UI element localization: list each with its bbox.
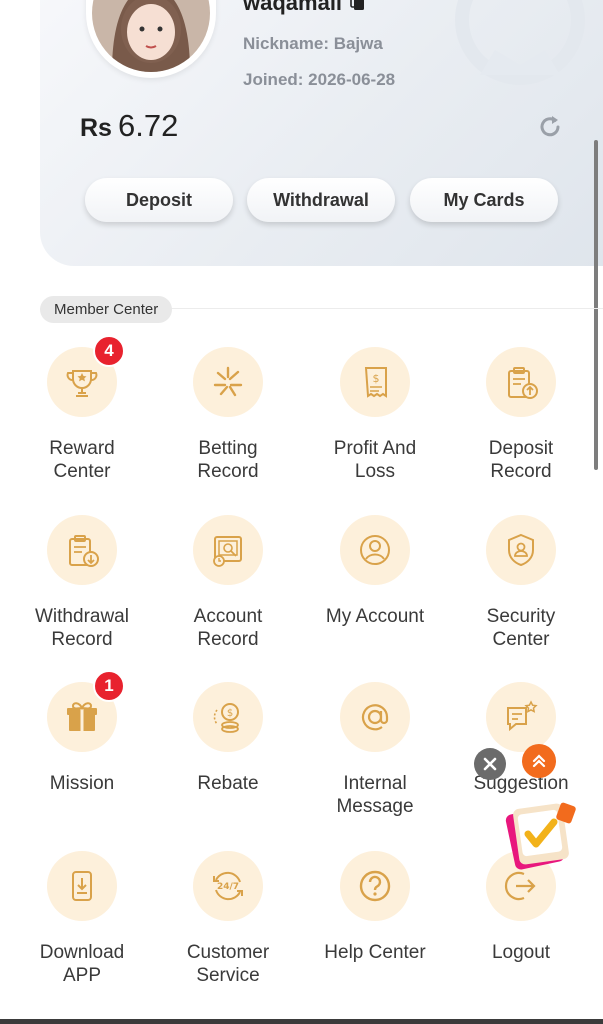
menu-item-deposit-record[interactable]: Deposit Record xyxy=(451,347,591,483)
menu-item-reward-center[interactable]: 4 Reward Center xyxy=(12,335,152,483)
menu-item-label: Account Record xyxy=(193,606,263,650)
menu-item-suggestion[interactable]: Suggestion xyxy=(451,682,591,795)
menu-item-help-center[interactable]: Help Center xyxy=(305,851,445,964)
balance: Rs 6.72 xyxy=(80,108,178,144)
menu-item-label: My Account xyxy=(325,606,425,627)
menu-item-label: Security Center xyxy=(486,606,556,650)
menu-item-label: Help Center xyxy=(324,942,426,963)
balance-amount: 6.72 xyxy=(117,108,179,143)
scrollbar[interactable] xyxy=(594,140,598,470)
menu-icon-bg xyxy=(486,682,556,752)
copy-icon[interactable] xyxy=(350,0,366,11)
menu-item-download-app[interactable]: Download APP xyxy=(12,851,152,987)
notification-badge: 1 xyxy=(93,670,125,702)
crown-watermark-icon xyxy=(455,0,585,85)
download-icon xyxy=(72,871,92,901)
menu-item-mission[interactable]: 1 Mission xyxy=(12,670,152,795)
menu-item-security-center[interactable]: Security Center xyxy=(451,515,591,651)
menu-item-withdrawal-record[interactable]: Withdrawal Record xyxy=(12,515,152,651)
svg-text:$: $ xyxy=(373,372,380,385)
menu-item-label: Betting Record xyxy=(197,438,259,482)
menu-icon-bg xyxy=(340,682,410,752)
menu-icon-bg xyxy=(193,515,263,585)
menu-item-label: Mission xyxy=(49,773,115,794)
bottom-edge xyxy=(0,1019,603,1024)
double-chevron-up-icon xyxy=(532,754,546,768)
my-cards-button[interactable]: My Cards xyxy=(410,178,558,222)
question-icon xyxy=(359,870,391,902)
username: waqamali xyxy=(243,0,343,15)
refresh-icon[interactable] xyxy=(536,113,564,141)
menu-item-my-account[interactable]: My Account xyxy=(305,515,445,628)
trophy-icon xyxy=(66,370,98,397)
menu-item-label: Profit And Loss xyxy=(333,438,417,482)
menu-item-label: Download APP xyxy=(39,942,125,986)
support-24-7-icon: 24/7 xyxy=(213,871,243,901)
menu-icon-bg xyxy=(486,347,556,417)
account-record-icon xyxy=(213,536,242,567)
menu-item-profit-and-loss[interactable]: $ Profit And Loss xyxy=(305,347,445,483)
menu-item-label: Withdrawal Record xyxy=(35,606,129,650)
receipt-icon: $ xyxy=(364,367,387,398)
menu-icon-bg xyxy=(47,851,117,921)
scroll-top-button[interactable] xyxy=(522,744,556,778)
menu-item-label: Internal Message xyxy=(336,773,414,817)
menu-item-label: Customer Service xyxy=(186,942,270,986)
menu-item-account-record[interactable]: Account Record xyxy=(158,515,298,651)
menu-icon-bg xyxy=(340,851,410,921)
menu-item-betting-record[interactable]: Betting Record xyxy=(158,347,298,483)
deposit-record-icon xyxy=(508,367,538,399)
menu-item-label: Reward Center xyxy=(49,438,115,482)
menu-icon-bg xyxy=(47,515,117,585)
shield-icon xyxy=(508,533,534,567)
menu-icon-bg xyxy=(340,515,410,585)
at-icon xyxy=(361,704,389,731)
menu-item-label: Logout xyxy=(491,942,551,963)
user-icon xyxy=(360,535,390,565)
menu-item-label: Rebate xyxy=(197,773,259,794)
menu-item-customer-service[interactable]: 24/7 Customer Service xyxy=(158,851,298,987)
withdrawal-button[interactable]: Withdrawal xyxy=(247,178,395,222)
deposit-button[interactable]: Deposit xyxy=(85,178,233,222)
notification-badge: 4 xyxy=(93,335,125,367)
joined-date: Joined: 2026-06-28 xyxy=(243,70,396,89)
menu-icon-bg xyxy=(193,347,263,417)
close-float-button[interactable] xyxy=(474,748,506,780)
menu-item-rebate[interactable]: $ Rebate xyxy=(158,682,298,795)
currency-symbol: Rs xyxy=(80,114,112,142)
menu-item-label: Suggestion xyxy=(473,773,569,794)
svg-text:$: $ xyxy=(227,708,233,719)
close-icon xyxy=(483,757,497,771)
menu-icon-bg xyxy=(486,515,556,585)
coins-icon: $ xyxy=(213,703,239,733)
menu-icon-bg: 24/7 xyxy=(193,851,263,921)
menu-icon-bg: 1 xyxy=(47,670,125,752)
suggestion-icon xyxy=(507,700,538,732)
menu-icon-bg: 4 xyxy=(47,335,125,417)
betting-icon xyxy=(213,366,243,397)
gift-icon xyxy=(67,702,97,731)
menu-item-label: Deposit Record xyxy=(488,438,554,482)
menu-icon-bg: $ xyxy=(340,347,410,417)
menu-icon-bg: $ xyxy=(193,682,263,752)
menu-item-internal-message[interactable]: Internal Message xyxy=(305,682,445,818)
gift-promo-icon[interactable] xyxy=(498,794,582,874)
svg-text:24/7: 24/7 xyxy=(217,882,239,892)
nickname: Nickname: Bajwa xyxy=(243,34,383,53)
withdrawal-record-icon xyxy=(69,535,99,567)
section-title: Member Center xyxy=(40,296,173,323)
